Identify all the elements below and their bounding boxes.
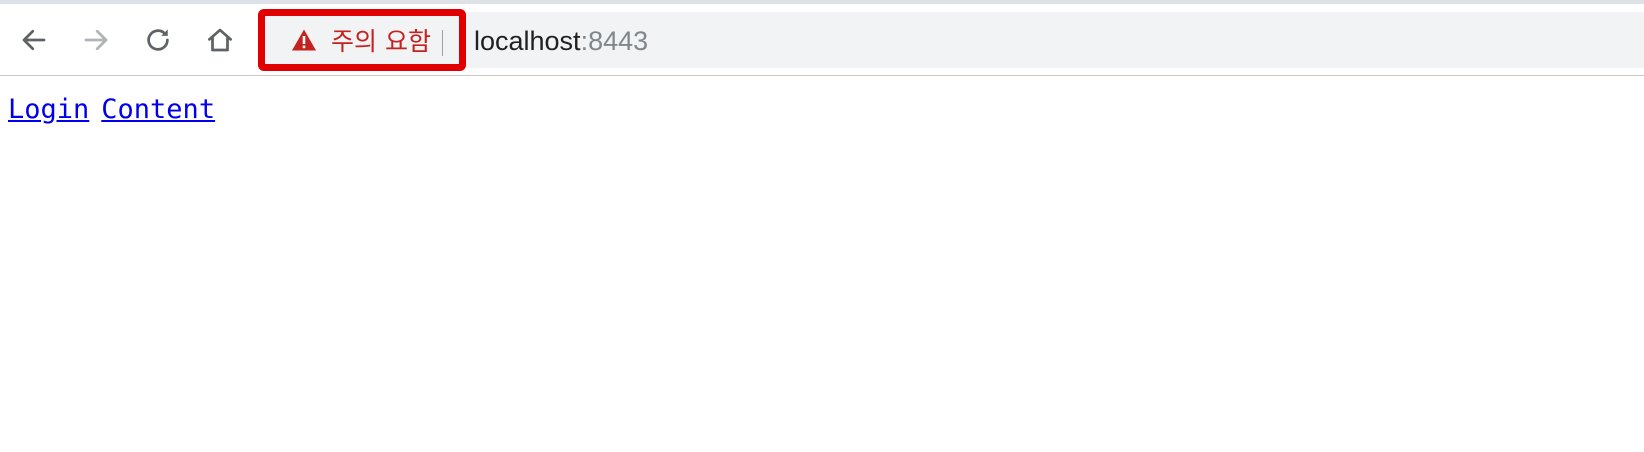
browser-toolbar: 주의 요함 localhost:8443 — [0, 4, 1644, 76]
reload-button[interactable] — [140, 22, 176, 58]
warning-triangle-icon — [291, 28, 317, 52]
arrow-right-icon — [84, 29, 108, 51]
reload-icon — [147, 29, 169, 51]
security-warning-label: 주의 요함 — [331, 27, 431, 56]
url-port: :8443 — [580, 26, 649, 56]
chip-separator — [442, 30, 443, 56]
content-link[interactable]: Content — [101, 94, 215, 125]
back-button[interactable] — [16, 22, 52, 58]
login-link[interactable]: Login — [8, 94, 89, 125]
arrow-left-icon — [22, 29, 46, 51]
url-host: localhost — [474, 26, 581, 56]
security-chip[interactable]: 주의 요함 — [258, 9, 466, 71]
url-text[interactable]: localhost:8443 — [474, 26, 648, 56]
forward-button[interactable] — [78, 22, 114, 58]
home-button[interactable] — [202, 22, 238, 58]
page-content: Login Content — [8, 90, 227, 130]
home-icon — [208, 28, 232, 52]
address-bar[interactable] — [262, 12, 1644, 68]
